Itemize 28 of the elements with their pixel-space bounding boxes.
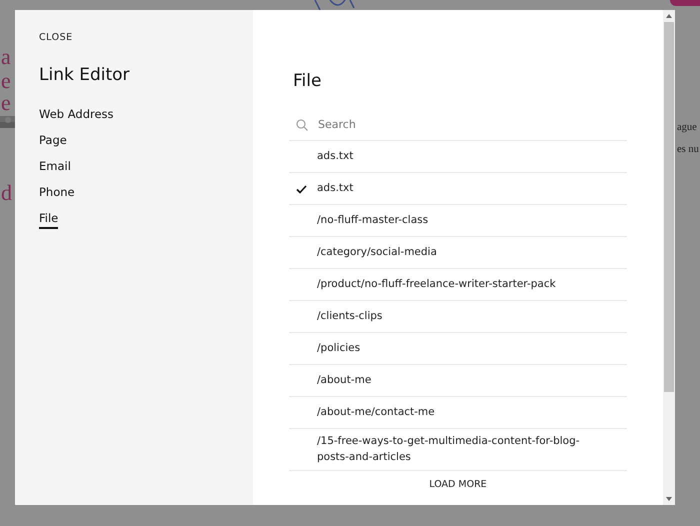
section-title: File: [293, 71, 322, 91]
file-item[interactable]: /category/social-media: [289, 237, 627, 269]
file-item[interactable]: /product/no-fluff-freelance-writer-starter-pack: [289, 269, 627, 301]
background-text: e: [1, 70, 11, 92]
background-text: es nu: [677, 145, 699, 156]
file-item[interactable]: /no-fluff-master-class: [289, 205, 627, 237]
background-text: ague: [677, 123, 697, 134]
link-type-tab[interactable]: Page: [39, 133, 67, 151]
file-item[interactable]: ads.txt: [289, 173, 627, 205]
file-item[interactable]: /about-me: [289, 365, 627, 397]
file-item[interactable]: /15-free-ways-to-get-multimedia-content-for-blog-posts-and-articles: [289, 429, 627, 471]
search-field[interactable]: Search: [318, 118, 627, 131]
search-icon: [296, 118, 308, 130]
file-item[interactable]: /about-me/contact-me: [289, 397, 627, 429]
load-more-button[interactable]: LOAD MORE: [425, 476, 491, 492]
background-text: a: [1, 46, 11, 68]
link-type-tab[interactable]: Email: [39, 159, 71, 177]
link-type-tab[interactable]: Web Address: [39, 107, 114, 125]
scrollbar[interactable]: [663, 10, 675, 505]
file-item[interactable]: /clients-clips: [289, 301, 627, 333]
file-item[interactable]: ads.txt: [289, 141, 627, 173]
close-button[interactable]: CLOSE: [39, 32, 73, 43]
link-type-tab[interactable]: Phone: [39, 185, 75, 203]
dialog-title: Link Editor: [39, 65, 130, 85]
background-text: d: [1, 182, 12, 204]
link-type-tab[interactable]: File: [39, 211, 58, 229]
background-text: e: [1, 92, 11, 114]
file-item[interactable]: /policies: [289, 333, 627, 365]
